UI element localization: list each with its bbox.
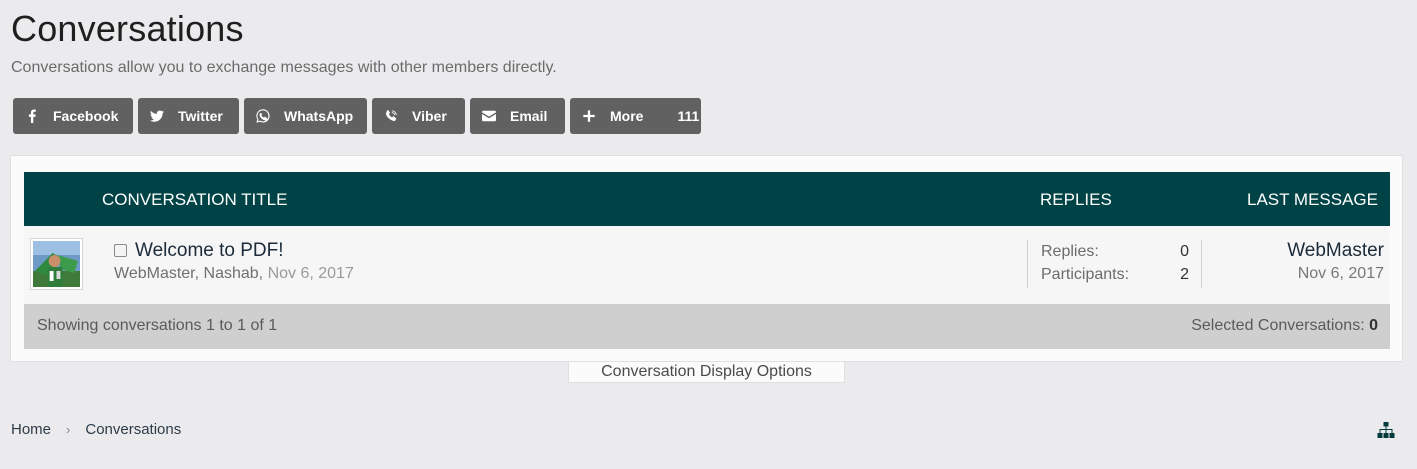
email-icon bbox=[482, 108, 496, 124]
conversation-meta: WebMaster, Nashab, Nov 6, 2017 bbox=[114, 265, 354, 283]
start-date: Nov 6, 2017 bbox=[267, 265, 354, 282]
replies-label: Replies: bbox=[1041, 243, 1099, 260]
showing-count: Showing conversations 1 to 1 of 1 bbox=[37, 317, 278, 334]
twitter-icon bbox=[150, 108, 164, 124]
last-message-date[interactable]: Nov 6, 2017 bbox=[1298, 265, 1384, 283]
last-message-user[interactable]: WebMaster bbox=[1287, 240, 1384, 262]
participants-label: Participants: bbox=[1041, 266, 1130, 283]
replies-value: 0 bbox=[1180, 243, 1189, 260]
header-conversation-title[interactable]: CONVERSATION TITLE bbox=[102, 190, 287, 210]
breadcrumb-conversations[interactable]: Conversations bbox=[85, 421, 181, 438]
share-more-label: More bbox=[610, 108, 644, 124]
display-options-toggle[interactable]: Conversation Display Options bbox=[568, 362, 845, 383]
breadcrumb-home[interactable]: Home bbox=[11, 421, 51, 438]
participant-names[interactable]: WebMaster, Nashab, bbox=[114, 265, 263, 282]
selected-label: Selected Conversations: bbox=[1191, 317, 1365, 334]
share-viber-label: Viber bbox=[412, 108, 447, 124]
share-email-label: Email bbox=[510, 108, 548, 124]
plus-icon bbox=[582, 108, 596, 124]
breadcrumb: Home › Conversations bbox=[11, 421, 181, 438]
header-replies[interactable]: REPLIES bbox=[1040, 190, 1112, 210]
page-description: Conversations allow you to exchange mess… bbox=[11, 59, 557, 76]
participants-value: 2 bbox=[1180, 266, 1189, 283]
share-twitter-button[interactable]: Twitter bbox=[138, 98, 239, 134]
share-whatsapp-button[interactable]: WhatsApp bbox=[244, 98, 367, 134]
conversation-title-link[interactable]: Welcome to PDF! bbox=[135, 240, 284, 262]
table-row: Welcome to PDF! WebMaster, Nashab, Nov 6… bbox=[24, 226, 1390, 304]
share-whatsapp-label: WhatsApp bbox=[284, 108, 354, 124]
share-facebook-button[interactable]: Facebook bbox=[13, 98, 133, 134]
select-checkbox[interactable] bbox=[114, 244, 127, 257]
share-facebook-label: Facebook bbox=[53, 108, 119, 124]
avatar-image bbox=[33, 241, 80, 287]
share-twitter-label: Twitter bbox=[178, 108, 223, 124]
page-title: Conversations bbox=[11, 8, 244, 49]
share-email-button[interactable]: Email bbox=[470, 98, 565, 134]
sitemap-icon[interactable] bbox=[1377, 422, 1395, 439]
table-footer: Showing conversations 1 to 1 of 1 Select… bbox=[24, 304, 1390, 349]
header-last-message[interactable]: LAST MESSAGE bbox=[1247, 190, 1378, 210]
share-more-button[interactable]: More 111 bbox=[570, 98, 701, 134]
table-header: CONVERSATION TITLE REPLIES LAST MESSAGE bbox=[24, 172, 1390, 226]
avatar[interactable] bbox=[30, 238, 83, 290]
facebook-icon bbox=[25, 108, 39, 124]
selected-conversations: Selected Conversations: 0 bbox=[1191, 317, 1378, 335]
whatsapp-icon bbox=[256, 108, 270, 124]
column-divider bbox=[1027, 240, 1028, 288]
viber-icon bbox=[384, 108, 398, 124]
share-viber-button[interactable]: Viber bbox=[372, 98, 465, 134]
selected-count: 0 bbox=[1369, 317, 1378, 334]
share-count: 111 bbox=[677, 108, 700, 124]
column-divider bbox=[1201, 240, 1202, 288]
conversation-list: CONVERSATION TITLE REPLIES LAST MESSAGE … bbox=[10, 155, 1403, 362]
breadcrumb-separator-icon: › bbox=[66, 422, 71, 437]
